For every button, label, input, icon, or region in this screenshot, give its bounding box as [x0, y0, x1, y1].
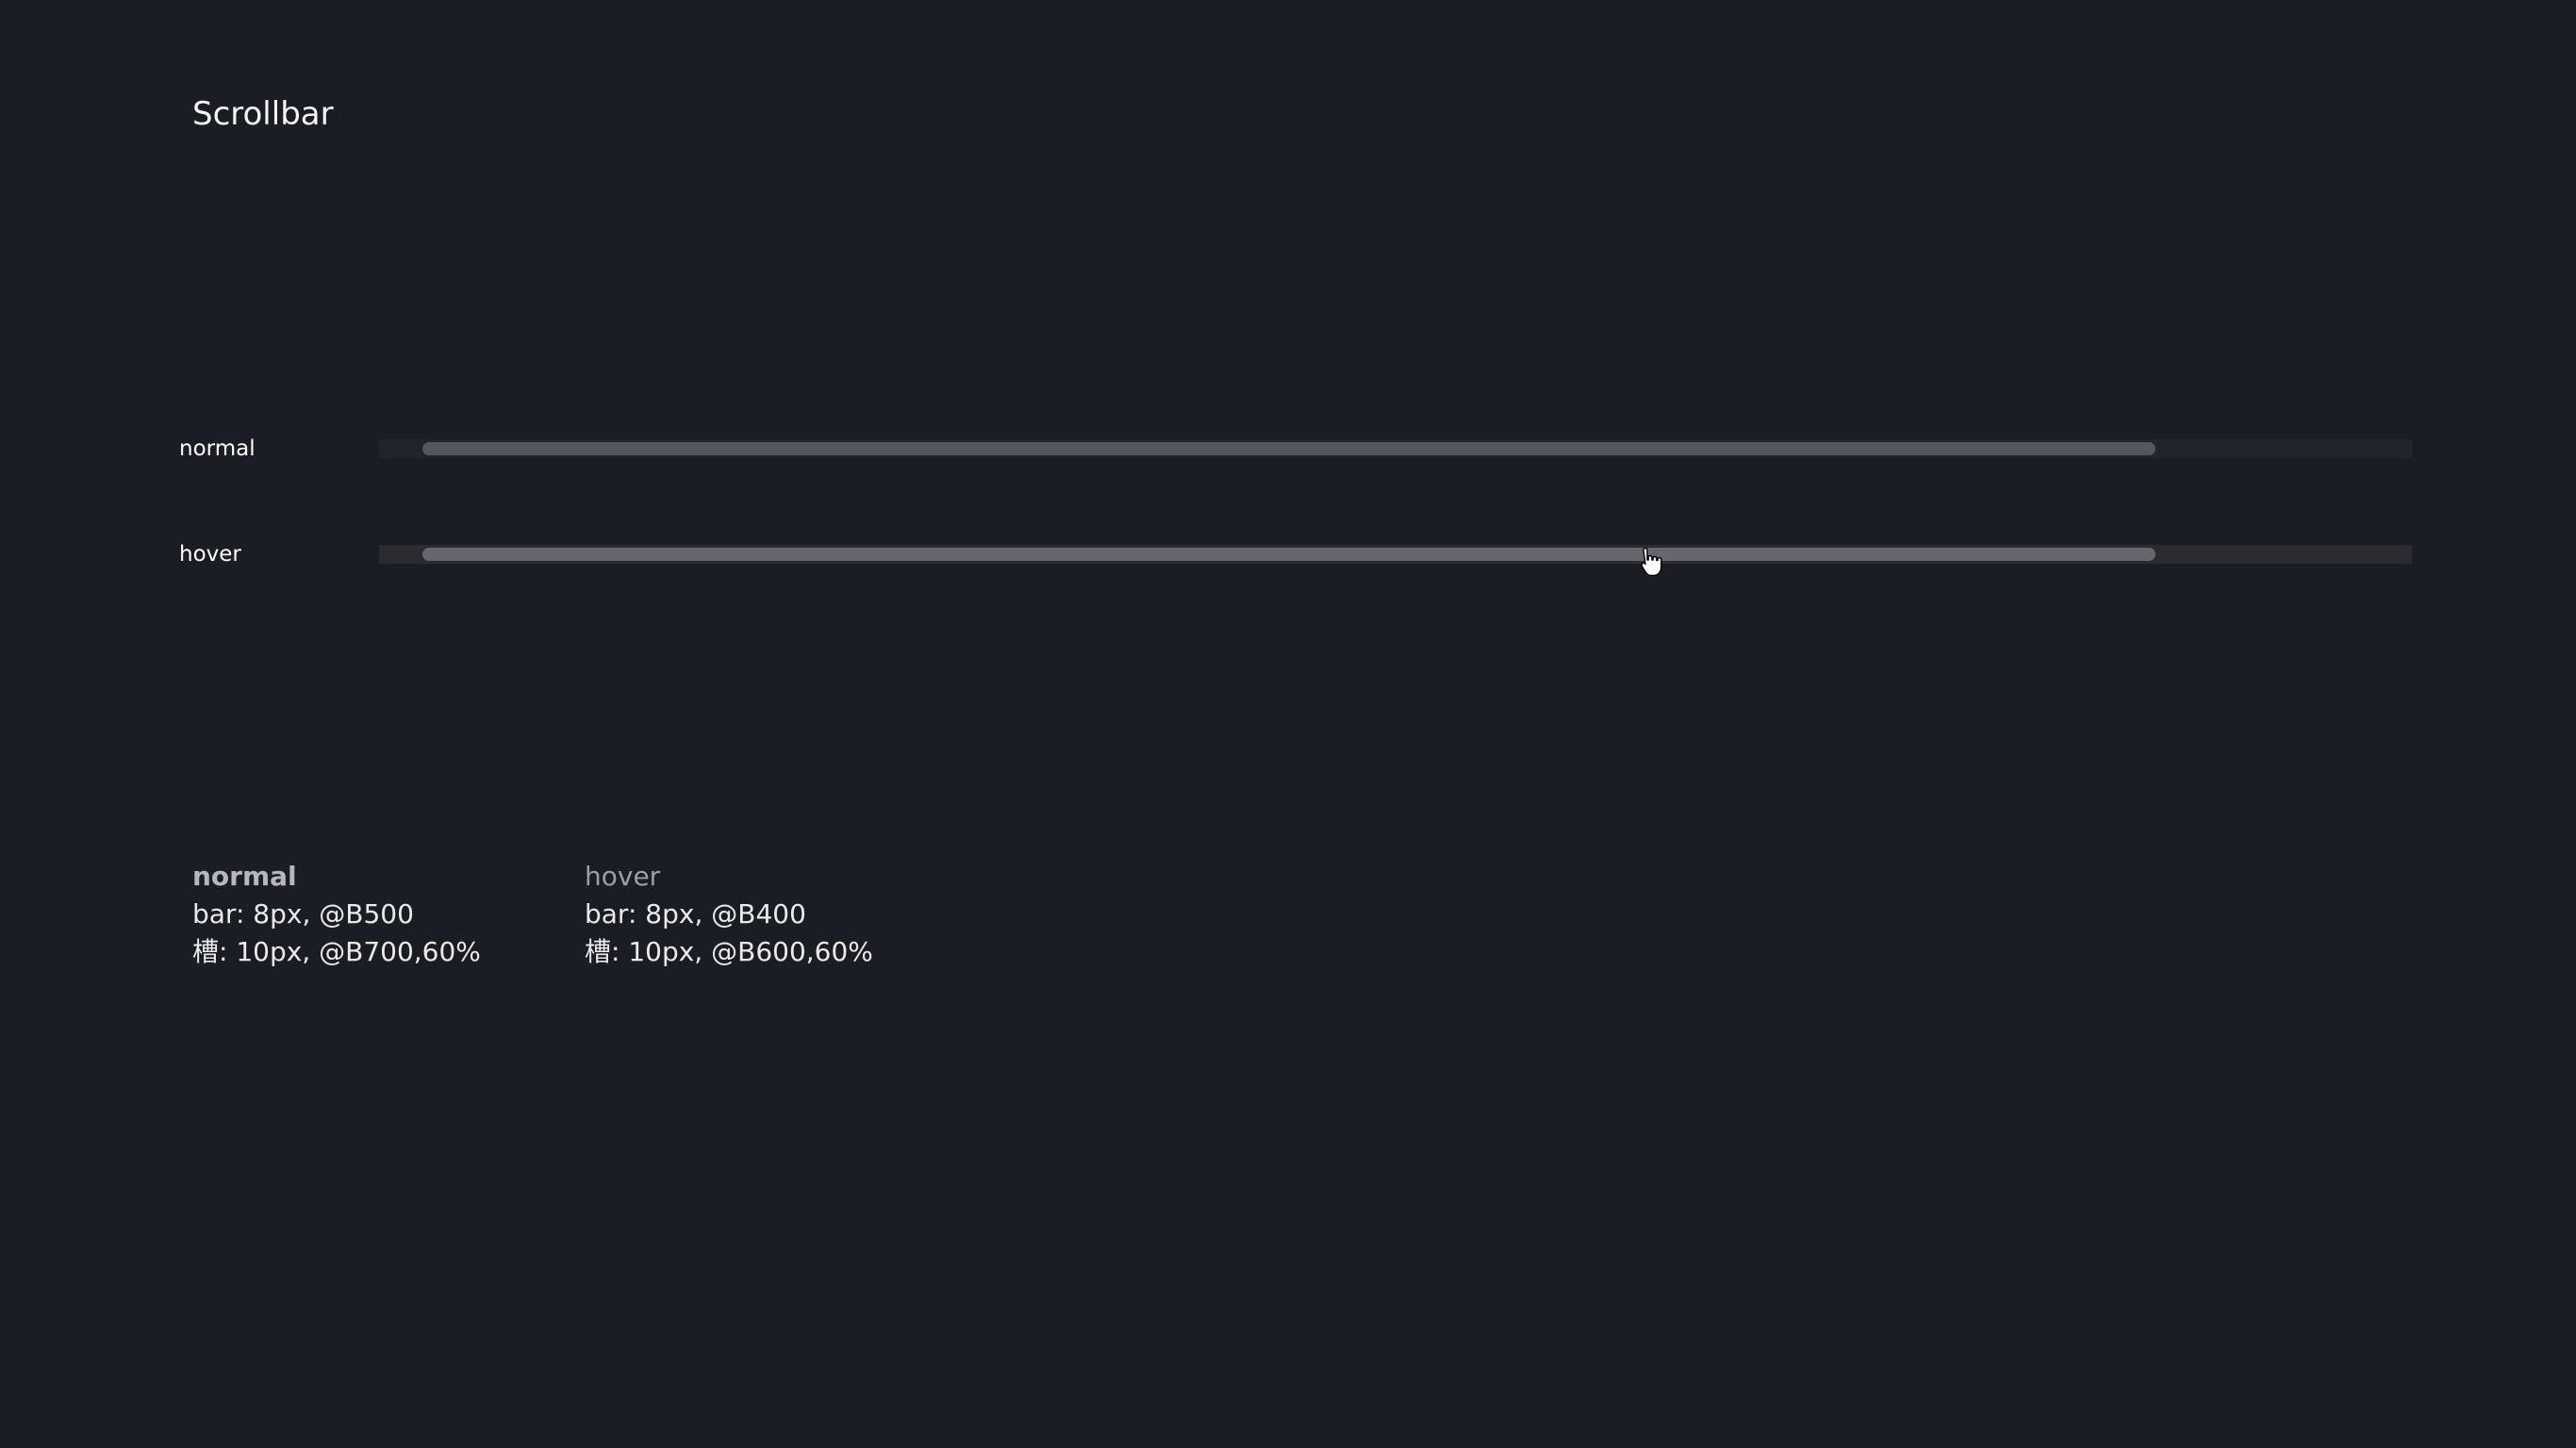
hover-spec-track-line: 槽: 10px, @B600,60% — [585, 936, 873, 967]
normal-scrollbar-track[interactable] — [379, 439, 2412, 458]
page-title: Scrollbar — [192, 95, 334, 133]
hover-spec-bar-line: bar: 8px, @B400 — [585, 898, 806, 930]
normal-spec: normal bar: 8px, @B500 槽: 10px, @B700,60… — [192, 858, 481, 971]
hover-spec: hover bar: 8px, @B400 槽: 10px, @B600,60% — [585, 858, 873, 971]
hover-scrollbar-thumb[interactable] — [422, 548, 2155, 561]
page: Scrollbar normal hover normal bar: 8px, … — [0, 0, 2576, 1448]
normal-row-label: normal — [179, 436, 256, 461]
normal-spec-track-line: 槽: 10px, @B700,60% — [192, 936, 481, 967]
hover-spec-heading: hover — [585, 861, 661, 892]
normal-scrollbar-thumb[interactable] — [422, 442, 2155, 455]
normal-spec-heading: normal — [192, 861, 297, 892]
normal-spec-bar-line: bar: 8px, @B500 — [192, 898, 414, 930]
hand-pointer-icon — [1641, 547, 1662, 577]
hover-scrollbar-track[interactable] — [379, 545, 2412, 564]
hover-row-label: hover — [179, 542, 241, 567]
